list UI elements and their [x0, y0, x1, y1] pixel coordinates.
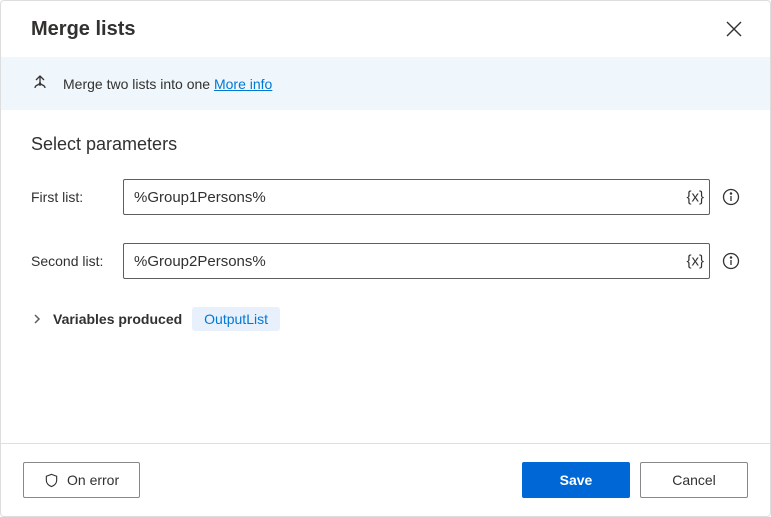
- first-list-row: First list: {x}: [31, 179, 740, 215]
- variables-produced-row: Variables produced OutputList: [31, 307, 740, 331]
- footer-actions: Save Cancel: [522, 462, 748, 498]
- variables-produced-label: Variables produced: [53, 311, 182, 327]
- first-list-label: First list:: [31, 189, 115, 205]
- first-list-input[interactable]: [123, 179, 710, 215]
- second-list-label: Second list:: [31, 253, 115, 269]
- output-variable-pill[interactable]: OutputList: [192, 307, 280, 331]
- second-list-input[interactable]: [123, 243, 710, 279]
- section-title: Select parameters: [31, 134, 740, 155]
- second-list-row: Second list: {x}: [31, 243, 740, 279]
- info-icon: [722, 252, 740, 270]
- info-icon: [722, 188, 740, 206]
- second-list-input-wrap: {x}: [123, 243, 710, 279]
- info-banner: Merge two lists into one More info: [1, 57, 770, 110]
- more-info-link[interactable]: More info: [214, 76, 272, 92]
- close-icon: [726, 21, 742, 37]
- dialog-content: Select parameters First list: {x} Second…: [1, 110, 770, 443]
- on-error-label: On error: [67, 472, 119, 488]
- banner-message: Merge two lists into one: [63, 76, 210, 92]
- dialog-header: Merge lists: [1, 1, 770, 57]
- info-button[interactable]: [722, 252, 740, 270]
- first-list-input-wrap: {x}: [123, 179, 710, 215]
- merge-lists-dialog: Merge lists Merge two lists into one Mor…: [0, 0, 771, 517]
- info-button[interactable]: [722, 188, 740, 206]
- cancel-button[interactable]: Cancel: [640, 462, 748, 498]
- save-button[interactable]: Save: [522, 462, 630, 498]
- merge-icon: [31, 73, 49, 94]
- dialog-title: Merge lists: [31, 18, 135, 41]
- shield-icon: [44, 473, 59, 488]
- dialog-footer: On error Save Cancel: [1, 443, 770, 516]
- expand-toggle[interactable]: [31, 313, 43, 325]
- close-button[interactable]: [720, 15, 748, 43]
- chevron-right-icon: [31, 313, 43, 325]
- banner-text: Merge two lists into one More info: [63, 76, 272, 92]
- variable-picker-button[interactable]: {x}: [686, 253, 704, 270]
- on-error-button[interactable]: On error: [23, 462, 140, 498]
- variable-picker-button[interactable]: {x}: [686, 189, 704, 206]
